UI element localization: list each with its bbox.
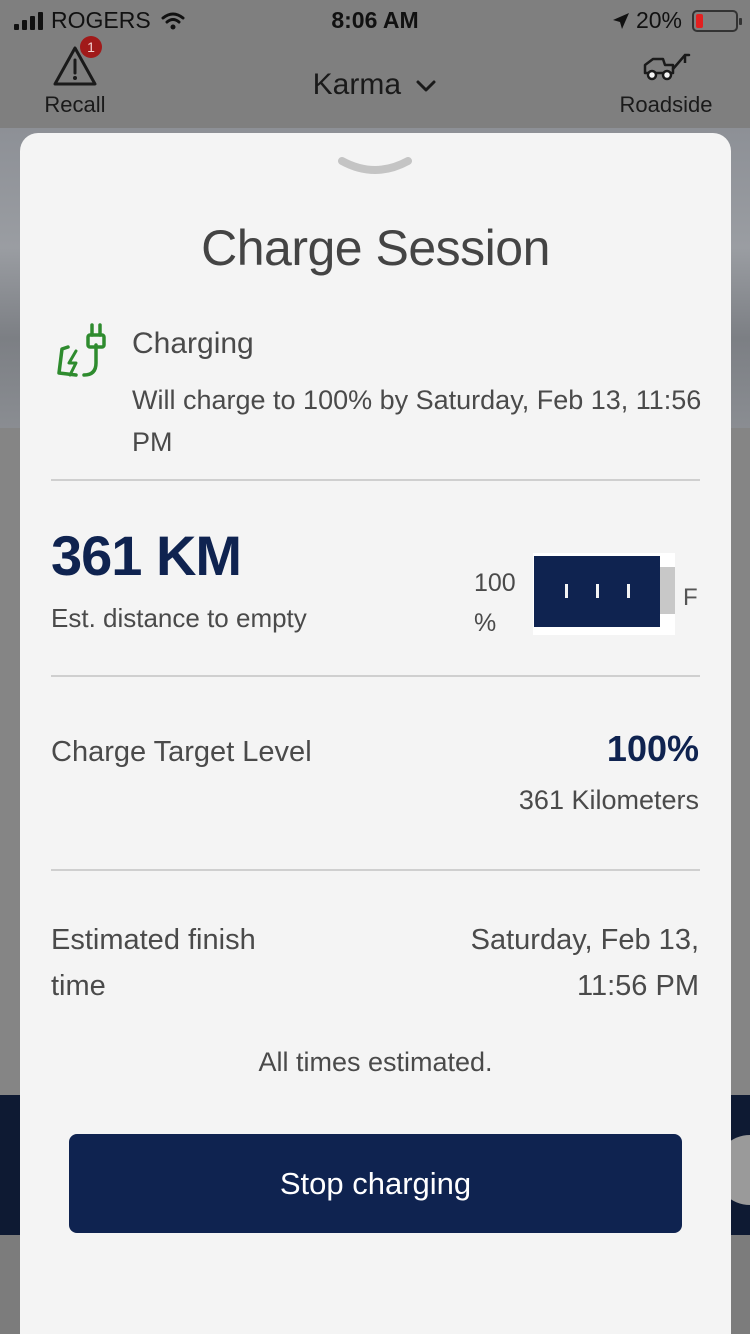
battery-percent: 20% [635,7,682,33]
divider [51,479,700,481]
charging-status-title: Charging [132,327,254,360]
finish-time-value: Saturday, Feb 13, 11:56 PM [470,924,699,1002]
charge-session-sheet: Charge Session Charging Will charge to 1… [20,133,731,1334]
divider [51,675,700,677]
range-label: Est. distance to empty [51,603,307,633]
battery-full-label: F [683,584,698,611]
battery-icon [692,9,742,32]
chevron-down-icon [416,80,436,92]
vehicle-name: Karma [312,68,401,101]
estimate-note: All times estimated. [258,1047,493,1077]
sheet-collapse-handle[interactable] [337,155,413,181]
divider [51,869,700,871]
stop-charging-button[interactable]: Stop charging [69,1134,682,1233]
battery-tick [596,584,599,598]
recall-badge: 1 [80,36,102,58]
battery-percent-label: 100 % [474,569,516,637]
tow-truck-icon [643,53,691,81]
range-value: 361 KM [51,524,242,587]
battery-level-fill [534,556,660,627]
battery-tick [627,584,630,598]
charging-plug-icon [57,323,106,377]
battery-tick [565,584,568,598]
sheet-title: Charge Session [201,220,550,276]
roadside-label: Roadside [619,92,713,117]
charge-target-value[interactable]: 100% [607,728,699,770]
charging-status-message: Will charge to 100% by Saturday, Feb 13,… [132,385,702,457]
finish-time-label: Estimated finish time [51,924,256,1002]
top-nav: 1 Recall Karma Roadside [0,36,750,128]
location-arrow-icon [612,12,629,29]
charge-target-label: Charge Target Level [51,736,312,768]
charge-target-distance: 361 Kilometers [518,785,699,815]
battery-level-gauge [533,553,675,635]
battery-cap [660,567,675,614]
roadside-button[interactable]: Roadside [610,40,722,118]
status-bar: ROGERS 8:06 AM 20% [0,0,750,40]
